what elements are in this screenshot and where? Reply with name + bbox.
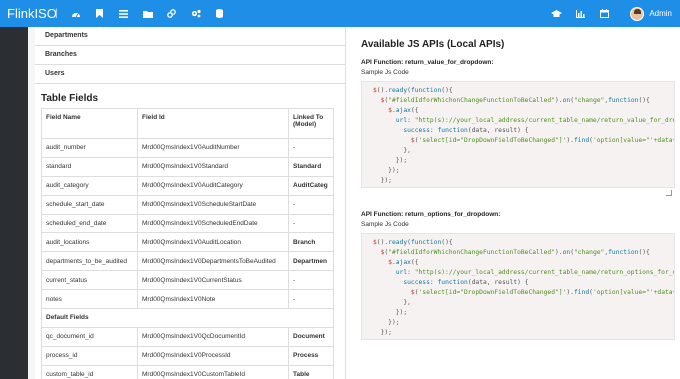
api-function-subtitle: Sample Js Code (361, 69, 409, 76)
table-cell-name: audit_locations (41, 232, 138, 253)
code-sample[interactable]: $().ready(function(){ $("#fieldIdforWhic… (362, 82, 674, 187)
nav-icon-group (64, 0, 232, 27)
database-icon[interactable] (208, 0, 232, 27)
table-cell-id: Mrd00QmsIndex1V0CurrentStatus (137, 270, 289, 291)
fields-table: Field Name Field Id Linked To (Model) au… (41, 108, 334, 379)
relation-row: Users (35, 65, 345, 84)
graduation-cap-icon[interactable] (544, 0, 568, 27)
column-header-linked-to: Linked To (Model) (288, 108, 334, 139)
table-cell-id: Mrd00QmsIndex1V0Standard (137, 156, 289, 177)
relation-row: Departments (35, 27, 345, 46)
resize-handle-icon[interactable] (666, 190, 672, 196)
top-navbar: FlinkISO | Admin (0, 0, 680, 27)
list-icon[interactable] (112, 0, 136, 27)
folder-icon[interactable] (136, 0, 160, 27)
api-function-subtitle: Sample Js Code (361, 221, 409, 228)
table-row: audit_category Mrd00QmsIndex1V0AuditCateg… (41, 175, 334, 196)
table-cell-id: Mrd00QmsIndex1V0ScheduledEndDate (137, 213, 289, 234)
table-row: standard Mrd00QmsIndex1V0Standard Standard (41, 156, 334, 177)
sidebar (0, 27, 28, 379)
table-cell-linked: - (288, 213, 334, 234)
table-row: qc_document_id Mrd00QmsIndex1V0QcDocument… (41, 326, 334, 347)
fields-table-body: audit_number Mrd00QmsIndex1V0AuditNumber -… (41, 138, 334, 379)
table-cell-id: Mrd00QmsIndex1V0ScheduleStartDate (137, 194, 289, 215)
table-cell-linked: Table (288, 364, 334, 379)
table-cell-id: Mrd00QmsIndex1V0CustomTableId (137, 364, 289, 379)
table-cell-name: notes (41, 289, 138, 310)
api-function-title: API Function: return_options_for_dropdow… (361, 211, 501, 218)
table-header-row: Field Name Field Id Linked To (Model) (41, 108, 334, 139)
table-cell-name: schedule_start_date (41, 194, 138, 215)
left-panel[interactable]: Departments Branches Users Table Fields … (35, 27, 346, 379)
admin-menu[interactable]: Admin (649, 9, 672, 18)
main-content: Departments Branches Users Table Fields … (28, 27, 680, 379)
table-cell-linked: Document (288, 326, 334, 347)
table-cell-name: scheduled_end_date (41, 213, 138, 234)
table-cell-id: Mrd00QmsIndex1V0AuditCategory (137, 175, 289, 196)
table-row: schedule_start_date Mrd00QmsIndex1V0Sched… (41, 194, 334, 215)
code-textarea[interactable]: $().ready(function(){ $("#fieldIdforWhic… (361, 233, 675, 340)
brand-logo[interactable]: FlinkISO (7, 6, 57, 21)
table-cell-linked: Standard (288, 156, 334, 177)
textarea-footer (346, 188, 680, 200)
table-cell-linked: - (288, 194, 334, 215)
table-row: departments_to_be_audited Mrd00QmsIndex1V… (41, 251, 334, 272)
default-fields-label: Default Fields (41, 308, 334, 328)
table-cell-name: current_status (41, 270, 138, 291)
code-textarea[interactable]: $().ready(function(){ $("#fieldIdforWhic… (361, 81, 675, 188)
right-panel[interactable]: Available JS APIs (Local APIs) API Funct… (346, 27, 680, 379)
table-cell-linked: Branch (288, 232, 334, 253)
table-cell-name: audit_number (41, 138, 138, 158)
table-cell-linked: Departmen (288, 251, 334, 272)
table-cell-id: Mrd00QmsIndex1V0AuditNumber (137, 138, 289, 158)
table-row: current_status Mrd00QmsIndex1V0CurrentSta… (41, 270, 334, 291)
table-cell-linked: - (288, 138, 334, 158)
column-header-field-name: Field Name (41, 108, 138, 139)
calendar-icon[interactable] (592, 0, 616, 27)
relation-row: Branches (35, 46, 345, 65)
table-cell-linked: - (288, 270, 334, 291)
table-cell-id: Mrd00QmsIndex1V0QcDocumentId (137, 326, 289, 347)
nav-right-group: Admin (544, 0, 680, 27)
table-fields-title: Table Fields (41, 93, 99, 104)
table-cell-name: standard (41, 156, 138, 177)
table-row: audit_number Mrd00QmsIndex1V0AuditNumber - (41, 138, 334, 158)
table-row: scheduled_end_date Mrd00QmsIndex1V0Schedu… (41, 213, 334, 234)
dashboard-icon[interactable] (64, 0, 88, 27)
table-cell-linked: Process (288, 345, 334, 366)
gears-icon[interactable] (184, 0, 208, 27)
column-header-field-id: Field Id (137, 108, 289, 139)
table-cell-linked: AuditCateg (288, 175, 334, 196)
table-row: process_id Mrd00QmsIndex1V0ProcessId Proce… (41, 345, 334, 366)
code-sample[interactable]: $().ready(function(){ $("#fieldIdforWhic… (362, 234, 674, 339)
table-group-row: Default Fields (41, 308, 334, 328)
avatar[interactable] (630, 6, 645, 21)
table-cell-id: Mrd00QmsIndex1V0ProcessId (137, 345, 289, 366)
table-cell-name: custom_table_id (41, 364, 138, 379)
link-icon[interactable] (160, 0, 184, 27)
table-cell-name: audit_category (41, 175, 138, 196)
table-row: audit_locations Mrd00QmsIndex1V0AuditLoca… (41, 232, 334, 253)
api-section-title: Available JS APIs (Local APIs) (361, 39, 505, 50)
table-cell-id: Mrd00QmsIndex1V0Note (137, 289, 289, 310)
table-row: custom_table_id Mrd00QmsIndex1V0CustomTab… (41, 364, 334, 379)
table-cell-name: qc_document_id (41, 326, 138, 347)
table-cell-name: departments_to_be_audited (41, 251, 138, 272)
bookmark-icon[interactable] (88, 0, 112, 27)
api-function-title: API Function: return_value_for_dropdown: (361, 59, 494, 66)
nav-divider: | (55, 8, 58, 19)
table-cell-id: Mrd00QmsIndex1V0AuditLocation (137, 232, 289, 253)
table-cell-id: Mrd00QmsIndex1V0DepartmentsToBeAudited (137, 251, 289, 272)
table-cell-name: process_id (41, 345, 138, 366)
table-row: notes Mrd00QmsIndex1V0Note - (41, 289, 334, 310)
bar-chart-icon[interactable] (568, 0, 592, 27)
table-cell-linked: - (288, 289, 334, 310)
